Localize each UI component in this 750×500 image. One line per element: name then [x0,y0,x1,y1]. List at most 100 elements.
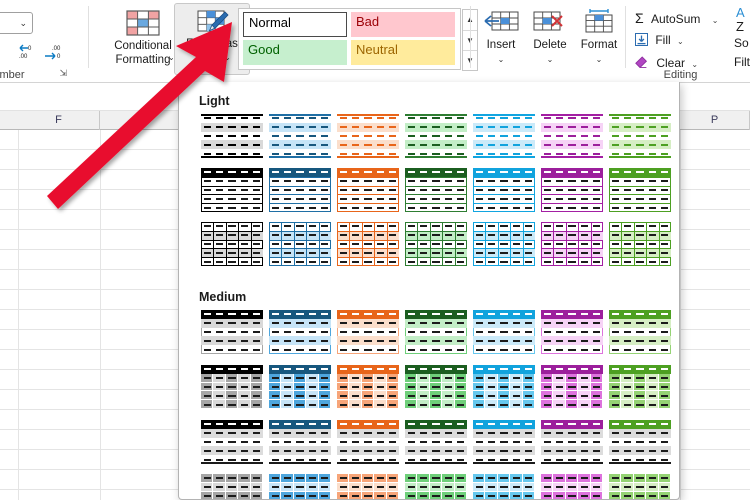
chevron-down-icon[interactable]: ⌄ [712,16,719,25]
table-style-thumbnail-medium-4-darkblue[interactable] [269,310,331,354]
svg-text:.00: .00 [52,46,61,52]
thumb-cell-dash [271,206,279,209]
table-style-thumbnail-light-2-purple[interactable] [541,168,603,212]
table-style-thumbnail-medium-7-black[interactable] [201,474,263,499]
column-header-g[interactable]: G [100,111,182,130]
table-style-thumbnail-medium-4-orange[interactable] [337,310,399,354]
decrease-decimal-button[interactable]: .00 0 [43,44,67,63]
sort-filter-button[interactable]: A Z [736,5,750,39]
number-dialog-launcher[interactable]: ⇲ [59,68,67,79]
thumb-cell-dash [648,386,657,388]
table-style-thumbnail-light-3-orange[interactable] [337,222,399,266]
table-style-thumbnail-medium-7-purple[interactable] [541,474,603,499]
table-style-thumbnail-light-1-green[interactable] [405,114,467,158]
chevron-down-icon[interactable]: ⌄ [526,55,574,64]
thumb-cell-dash [525,180,533,183]
table-style-thumbnail-light-1-purple[interactable] [541,114,603,158]
table-style-thumbnail-medium-5-lightgreen[interactable] [609,365,671,409]
chevron-down-icon[interactable]: ⌄ [224,53,231,62]
table-style-thumbnail-medium-6-purple[interactable] [541,420,603,464]
thumb-cell-dash [525,251,533,254]
table-style-thumbnail-medium-7-lightgreen[interactable] [609,474,671,499]
chevron-down-icon[interactable]: ⌄ [691,60,698,69]
thumb-cell-dash [457,234,465,237]
thumb-cell-dash [419,348,428,351]
thumb-cell-dash [487,348,496,351]
autosum-button[interactable]: Σ AutoSum ⌄ [635,10,718,26]
table-style-thumbnail-medium-6-darkblue[interactable] [269,420,331,464]
table-style-thumbnail-medium-5-lightblue[interactable] [473,365,535,409]
delete-cells-button[interactable]: Delete ⌄ [526,3,574,75]
table-style-thumbnail-medium-7-orange[interactable] [337,474,399,499]
table-style-thumbnail-medium-4-black[interactable] [201,310,263,354]
thumb-cell-dash [512,143,521,146]
column-header-f[interactable]: F [18,111,100,130]
table-style-thumbnail-medium-6-lightgreen[interactable] [609,420,671,464]
table-style-thumbnail-light-1-darkblue[interactable] [269,114,331,158]
table-style-thumbnail-medium-7-lightblue[interactable] [473,474,535,499]
insert-cells-button[interactable]: Insert ⌄ [477,3,525,75]
cell-style-normal[interactable]: Normal [243,12,347,37]
fill-button[interactable]: Fill ⌄ [635,33,684,47]
table-style-thumbnail-light-3-black[interactable] [201,222,263,266]
format-cells-button[interactable]: Format ⌄ [575,3,623,75]
table-style-thumbnail-medium-6-lightblue[interactable] [473,420,535,464]
cell-styles-gallery[interactable]: Normal Bad Good Neutral ▲ ▼ ▼ [238,8,478,71]
table-style-thumbnail-medium-5-black[interactable] [201,365,263,409]
cell-style-bad[interactable]: Bad [351,12,455,37]
thumb-region [281,222,283,266]
table-style-thumbnail-medium-5-green[interactable] [405,365,467,409]
thumb-cell-dash [623,458,632,461]
thumb-cell-dash [203,495,211,497]
table-style-thumbnail-light-3-purple[interactable] [541,222,603,266]
format-as-table-gallery[interactable]: Light Medium [178,82,680,500]
thumb-cell-dash [543,206,551,209]
table-style-thumbnail-medium-5-darkblue[interactable] [269,365,331,409]
column-header-p[interactable]: P [680,111,750,130]
table-style-thumbnail-medium-6-green[interactable] [405,420,467,464]
thumb-region [337,248,399,250]
table-style-thumbnail-light-2-darkblue[interactable] [269,168,331,212]
table-style-thumbnail-medium-5-purple[interactable] [541,365,603,409]
table-style-thumbnail-light-3-green[interactable] [405,222,467,266]
table-style-thumbnail-medium-4-lightblue[interactable] [473,310,535,354]
table-style-thumbnail-light-3-lightblue[interactable] [473,222,535,266]
table-style-thumbnail-light-2-lightblue[interactable] [473,168,535,212]
thumb-cell-dash [500,394,508,397]
table-style-thumbnail-medium-4-green[interactable] [405,310,467,354]
chevron-down-icon[interactable]: ⌄ [477,55,525,64]
table-style-thumbnail-light-1-black[interactable] [201,114,263,158]
thumb-cell-dash [636,368,644,371]
table-style-thumbnail-light-2-lightgreen[interactable] [609,168,671,212]
thumb-cell-dash [611,260,619,263]
table-style-thumbnail-medium-5-orange[interactable] [337,365,399,409]
thumb-cell-dash [512,495,521,497]
clear-button[interactable]: Clear ⌄ [635,56,698,70]
chevron-down-icon[interactable]: ⌄ [19,19,27,28]
table-style-thumbnail-light-1-lightblue[interactable] [473,114,535,158]
thumb-cell-dash [555,189,564,191]
table-style-thumbnail-light-1-orange[interactable] [337,114,399,158]
number-format-combo[interactable]: ⌄ [0,12,33,34]
table-style-thumbnail-medium-6-black[interactable] [201,420,263,464]
table-style-thumbnail-light-1-lightgreen[interactable] [609,114,671,158]
table-style-thumbnail-light-3-lightgreen[interactable] [609,222,671,266]
table-style-thumbnail-light-2-black[interactable] [201,168,263,212]
table-style-thumbnail-medium-7-darkblue[interactable] [269,474,331,499]
increase-decimal-button[interactable]: 0 .00 [17,44,39,63]
table-style-thumbnail-light-3-darkblue[interactable] [269,222,331,266]
table-style-thumbnail-light-2-orange[interactable] [337,168,399,212]
table-style-thumbnail-medium-6-orange[interactable] [337,420,399,464]
cell-style-good[interactable]: Good [243,40,347,65]
thumb-region [473,185,535,187]
table-style-thumbnail-medium-4-purple[interactable] [541,310,603,354]
table-style-thumbnail-medium-7-green[interactable] [405,474,467,499]
thumb-cell-dash [296,117,304,120]
chevron-down-icon[interactable]: ⌄ [575,55,623,64]
chevron-down-icon[interactable]: ⌄ [677,37,684,46]
thumb-cell-dash [228,260,236,263]
thumb-cell-dash [228,197,236,200]
cell-style-neutral[interactable]: Neutral [351,40,455,65]
table-style-thumbnail-light-2-green[interactable] [405,168,467,212]
table-style-thumbnail-medium-4-lightgreen[interactable] [609,310,671,354]
